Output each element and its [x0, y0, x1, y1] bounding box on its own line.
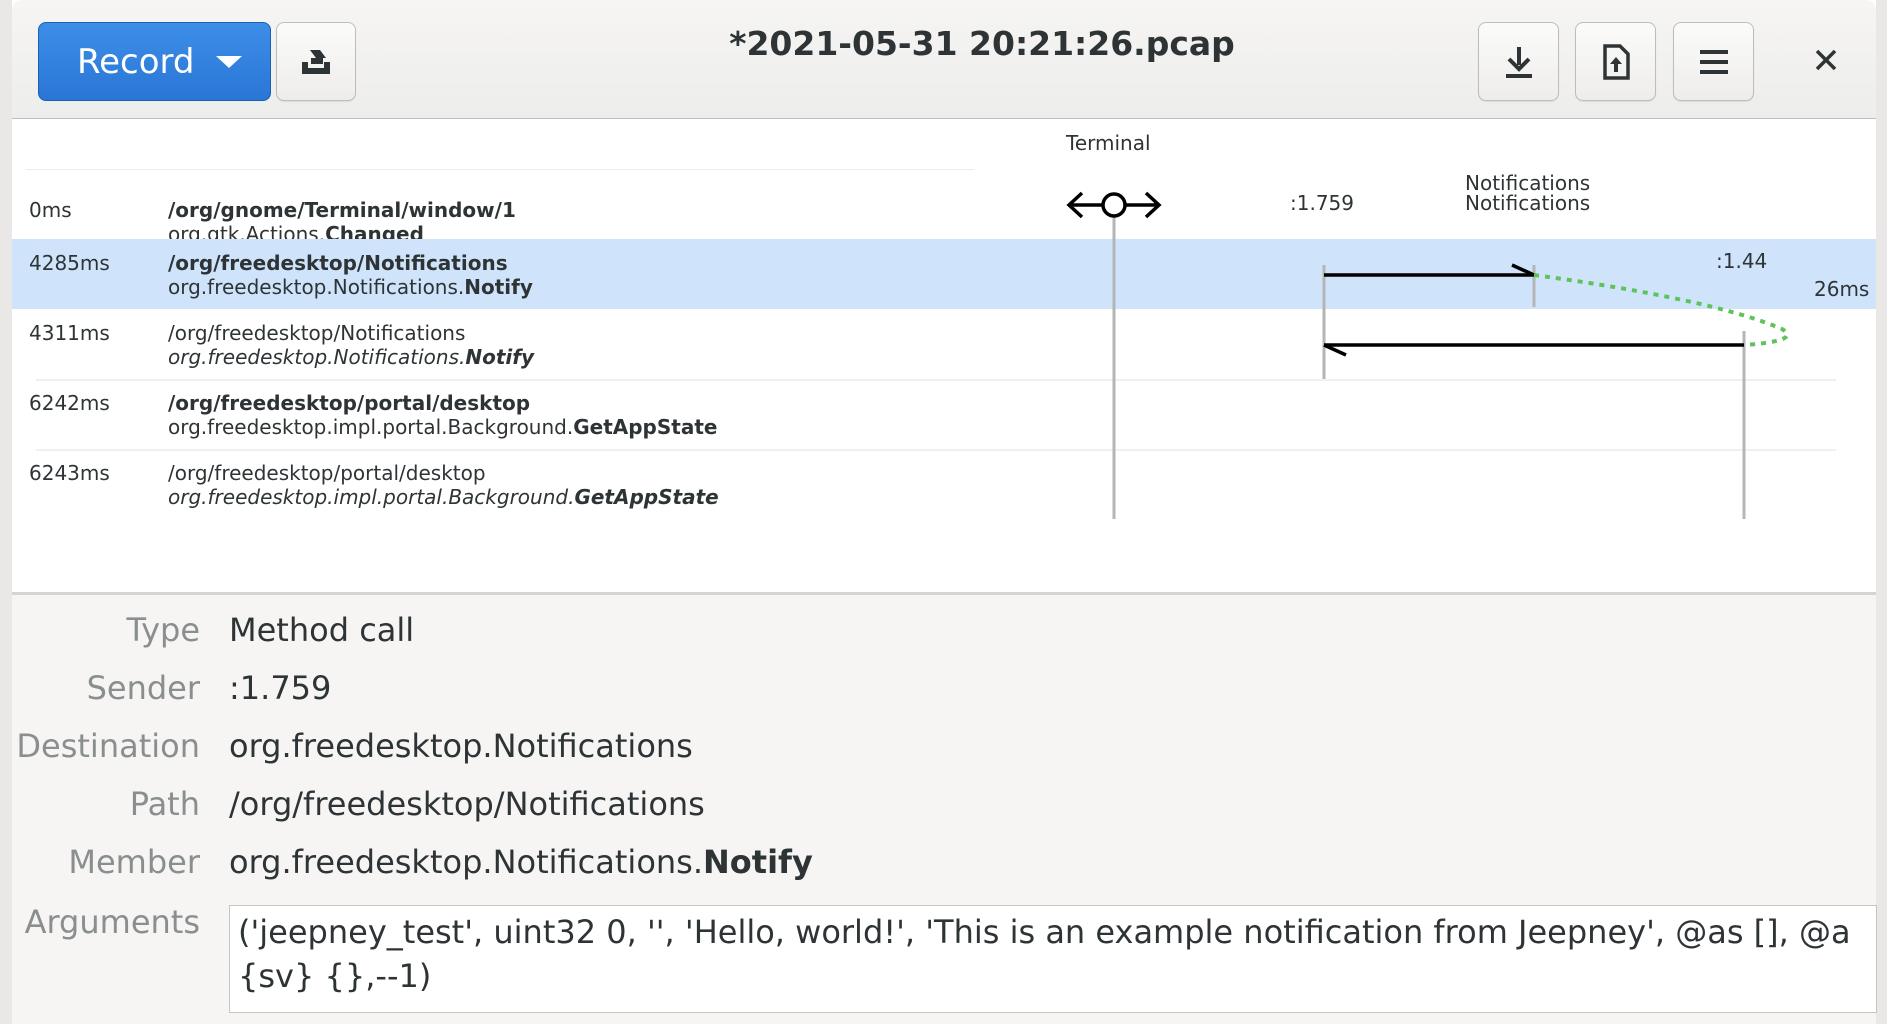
open-button[interactable]	[1575, 22, 1656, 101]
message-timeline[interactable]: 0ms /org/gnome/Terminal/window/1 org.gtk…	[12, 119, 1876, 592]
member-label: Member	[68, 843, 200, 881]
message-details: Type Method call Sender :1.759 Destinati…	[12, 595, 1877, 1024]
record-label: Record	[77, 41, 195, 82]
type-value: Method call	[229, 611, 415, 649]
latency-label: 26ms	[1814, 277, 1870, 301]
sequence-diagram	[1066, 191, 1790, 519]
window-edge-right	[1876, 0, 1887, 1024]
participant-sender: :1.759	[1290, 191, 1354, 215]
main-menu-button[interactable]	[1673, 22, 1754, 101]
participant-terminal: Terminal	[1066, 131, 1151, 155]
path-value: /org/freedesktop/Notifications	[229, 785, 705, 823]
window-title: *2021-05-31 20:21:26.pcap	[729, 24, 1235, 63]
close-icon	[1815, 49, 1837, 71]
window-edge-left	[0, 0, 12, 1024]
arguments-field[interactable]: ('jeepney_test', uint32 0, '', 'Hello, w…	[229, 905, 1877, 1013]
chevron-down-icon[interactable]	[216, 55, 243, 68]
member-value: org.freedesktop.Notifications.Notify	[229, 843, 813, 881]
destination-label: Destination	[16, 727, 200, 765]
header-bar: Record *2021-05-31 20:21:26.pcap	[12, 0, 1876, 119]
path-label: Path	[129, 785, 200, 823]
open-file-icon	[1602, 43, 1630, 80]
participant-notifications-2: Notifications	[1465, 191, 1591, 215]
latency-link	[1533, 273, 1790, 347]
participant-receiver: :1.44	[1716, 249, 1768, 273]
download-icon	[1505, 46, 1532, 78]
menu-icon	[1699, 49, 1728, 74]
sender-label: Sender	[86, 669, 200, 707]
member-name: Notify	[703, 843, 813, 881]
save-button[interactable]	[1478, 22, 1559, 101]
record-button[interactable]: Record	[38, 22, 271, 101]
sender-value: :1.759	[229, 669, 332, 707]
terminal-signal-node	[1101, 192, 1127, 218]
destination-value: org.freedesktop.Notifications	[229, 727, 693, 765]
type-label: Type	[126, 611, 201, 649]
close-button[interactable]	[1806, 40, 1846, 80]
member-iface: org.freedesktop.Notifications.	[229, 843, 704, 881]
clear-button[interactable]	[276, 22, 356, 101]
arguments-label: Arguments	[24, 903, 200, 941]
clear-icon	[302, 49, 330, 74]
